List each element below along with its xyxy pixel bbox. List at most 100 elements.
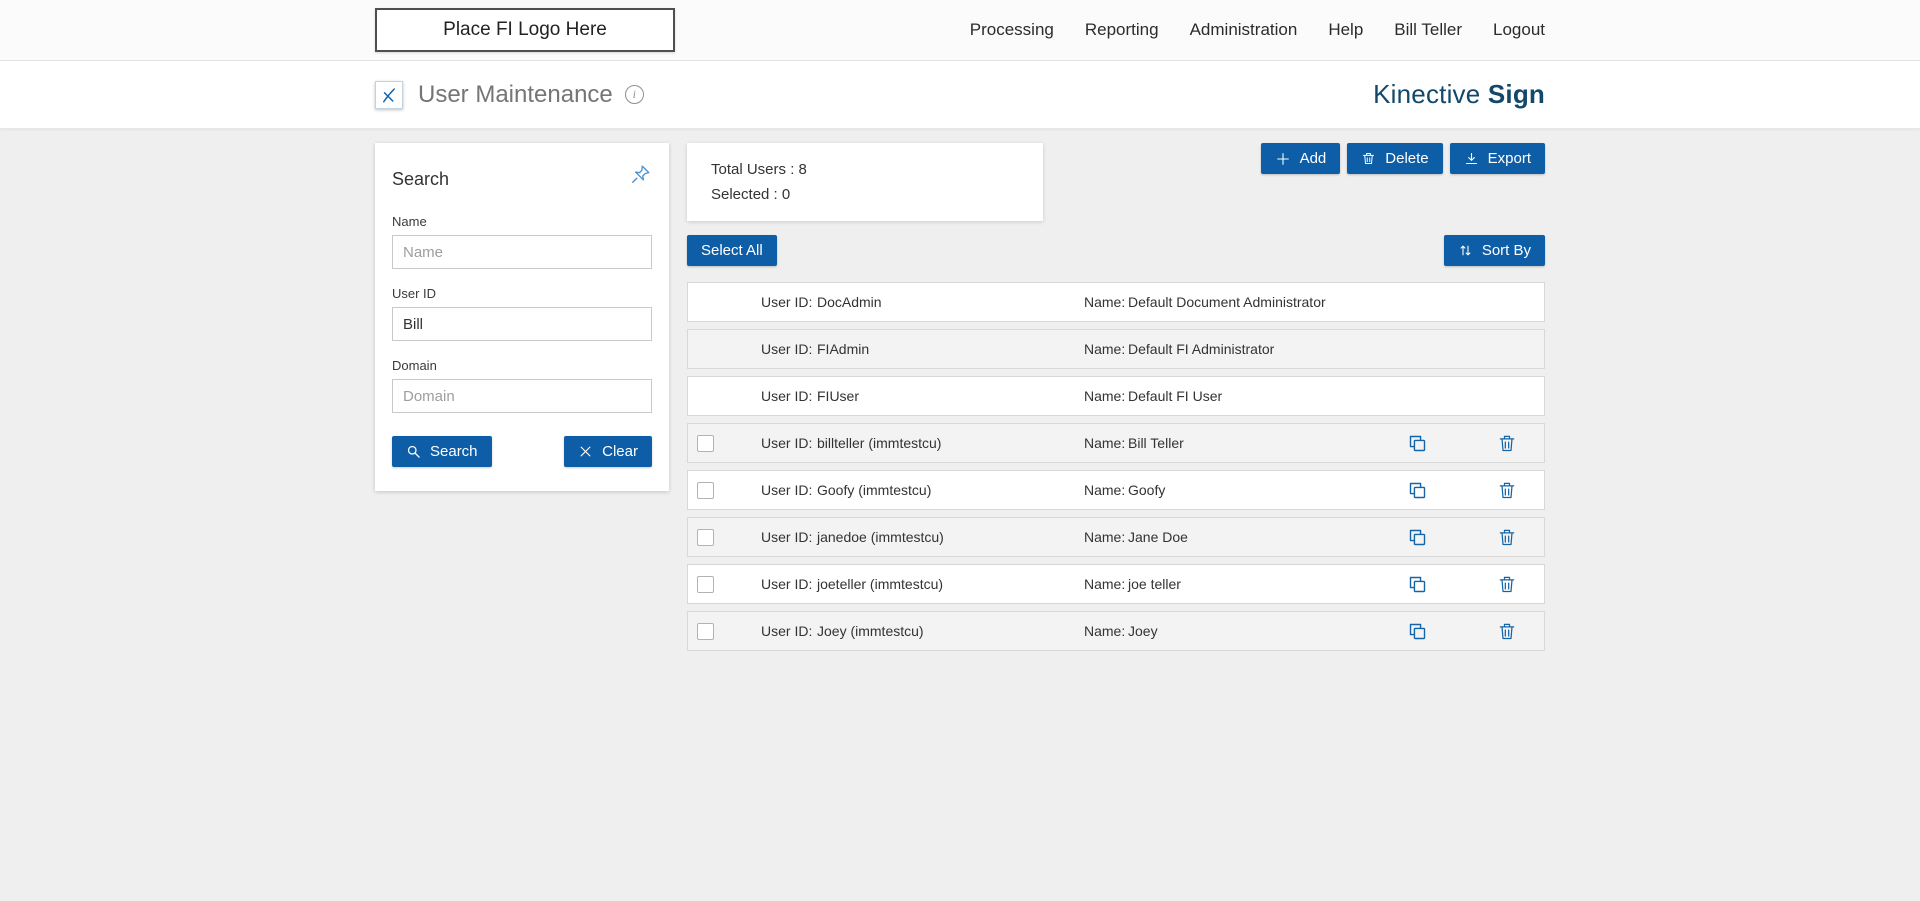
- download-icon: [1464, 151, 1479, 166]
- row-check-cell: [688, 434, 754, 452]
- row-name-value: Bill Teller: [1128, 435, 1184, 451]
- plus-icon: [1275, 151, 1291, 167]
- row-checkbox[interactable]: [697, 434, 714, 452]
- nav-logout[interactable]: Logout: [1493, 20, 1545, 40]
- row-user-id-value: DocAdmin: [817, 294, 882, 310]
- row-name-value: Default Document Administrator: [1128, 294, 1326, 310]
- copy-user-icon[interactable]: [1407, 621, 1428, 642]
- row-name-label: Name:: [1084, 294, 1126, 310]
- row-check-cell: [688, 341, 754, 358]
- search-user-id-label: User ID: [392, 286, 437, 301]
- select-all-button[interactable]: Select All: [687, 235, 777, 266]
- pin-icon[interactable]: [630, 163, 652, 185]
- brand-logo: Kinective Sign: [1373, 79, 1545, 110]
- row-name-label: Name:: [1084, 623, 1126, 639]
- table-row: User ID: Joey (immtestcu) Name: Joey: [687, 611, 1545, 651]
- row-checkbox[interactable]: [697, 622, 714, 640]
- delete-user-icon[interactable]: [1497, 527, 1517, 547]
- row-check-cell: [688, 528, 754, 546]
- row-checkbox[interactable]: [697, 575, 714, 593]
- row-name-label: Name:: [1084, 576, 1126, 592]
- sort-arrows-icon: [1458, 243, 1473, 258]
- toolbar: Add Delete Export: [1260, 143, 1545, 174]
- info-icon[interactable]: i: [624, 85, 644, 104]
- search-icon: [406, 444, 421, 459]
- selected-count-text: Selected : 0: [711, 186, 791, 203]
- search-button[interactable]: Search: [392, 436, 492, 467]
- user-list-section: Total Users : 8 Selected : 0 Add Delete …: [687, 143, 1545, 658]
- trash-icon: [1361, 151, 1376, 166]
- row-actions: [1407, 527, 1517, 548]
- row-name-value: Jane Doe: [1128, 529, 1188, 545]
- copy-user-icon[interactable]: [1407, 574, 1428, 595]
- nav-administration[interactable]: Administration: [1190, 20, 1298, 40]
- page-header: User Maintenance i Kinective Sign: [0, 61, 1920, 129]
- sort-by-label: Sort By: [1481, 242, 1531, 259]
- table-row: User ID: FIUser Name: Default FI User: [687, 376, 1545, 416]
- table-row: User ID: billteller (immtestcu) Name: Bi…: [687, 423, 1545, 463]
- row-name-label: Name:: [1084, 341, 1126, 357]
- table-row: User ID: FIAdmin Name: Default FI Admini…: [687, 329, 1545, 369]
- user-id-input[interactable]: [392, 307, 652, 341]
- name-input[interactable]: [392, 235, 652, 269]
- row-user-id-label: User ID:: [761, 341, 813, 357]
- row-user-id-value: FIAdmin: [817, 341, 870, 357]
- copy-user-icon[interactable]: [1407, 433, 1428, 454]
- table-row: User ID: Goofy (immtestcu) Name: Goofy: [687, 470, 1545, 510]
- search-domain-label: Domain: [392, 358, 437, 373]
- row-name-value: Default FI Administrator: [1128, 341, 1275, 357]
- add-button[interactable]: Add: [1260, 143, 1341, 174]
- copy-user-icon[interactable]: [1407, 480, 1428, 501]
- row-checkbox[interactable]: [697, 481, 714, 499]
- row-user-id-value: billteller (immtestcu): [817, 435, 942, 451]
- page-title: User Maintenance: [418, 80, 613, 108]
- brand-sign: Sign: [1487, 79, 1545, 109]
- delete-user-icon[interactable]: [1497, 433, 1517, 453]
- row-user-id-label: User ID:: [761, 576, 813, 592]
- total-users-text: Total Users : 8: [711, 161, 807, 178]
- row-name-value: Default FI User: [1128, 388, 1223, 404]
- row-check-cell: [688, 622, 754, 640]
- row-name-value: Goofy: [1128, 482, 1166, 498]
- row-user-id-value: janedoe (immtestcu): [817, 529, 944, 545]
- search-panel-title: Search: [392, 169, 450, 189]
- delete-user-icon[interactable]: [1497, 621, 1517, 641]
- clear-x-icon: [578, 444, 593, 459]
- list-controls: Select All Sort By: [687, 235, 1545, 266]
- export-button-label: Export: [1487, 150, 1531, 167]
- search-name-label: Name: [392, 214, 427, 229]
- delete-button[interactable]: Delete: [1347, 143, 1443, 174]
- row-user-id-label: User ID:: [761, 482, 813, 498]
- nav-reporting[interactable]: Reporting: [1085, 20, 1159, 40]
- sort-by-button[interactable]: Sort By: [1443, 235, 1545, 266]
- nav-processing[interactable]: Processing: [970, 20, 1054, 40]
- export-button[interactable]: Export: [1449, 143, 1545, 174]
- row-name-label: Name:: [1084, 435, 1126, 451]
- nav-current-user[interactable]: Bill Teller: [1394, 20, 1462, 40]
- row-name-value: Joey: [1128, 623, 1158, 639]
- nav-help[interactable]: Help: [1328, 20, 1363, 40]
- domain-input[interactable]: [392, 379, 652, 413]
- delete-button-label: Delete: [1385, 150, 1429, 167]
- main-content: Search Name User ID Domain: [375, 129, 1545, 658]
- row-user-id-label: User ID:: [761, 529, 813, 545]
- row-check-cell: [688, 481, 754, 499]
- row-user-id-value: Joey (immtestcu): [817, 623, 924, 639]
- row-actions: [1407, 480, 1517, 501]
- row-checkbox[interactable]: [697, 528, 714, 546]
- copy-user-icon[interactable]: [1407, 527, 1428, 548]
- row-user-id-value: FIUser: [817, 388, 859, 404]
- row-name-value: joe teller: [1128, 576, 1181, 592]
- row-user-id-label: User ID:: [761, 294, 813, 310]
- search-panel: Search Name User ID Domain: [375, 143, 669, 491]
- row-user-id-label: User ID:: [761, 435, 813, 451]
- delete-user-icon[interactable]: [1497, 480, 1517, 500]
- select-all-label: Select All: [701, 242, 763, 259]
- clear-button[interactable]: Clear: [564, 436, 652, 467]
- delete-user-icon[interactable]: [1497, 574, 1517, 594]
- fi-logo-text: Place FI Logo Here: [443, 19, 607, 40]
- add-button-label: Add: [1299, 150, 1327, 167]
- row-name-label: Name:: [1084, 482, 1126, 498]
- table-row: User ID: janedoe (immtestcu) Name: Jane …: [687, 517, 1545, 557]
- row-check-cell: [688, 575, 754, 593]
